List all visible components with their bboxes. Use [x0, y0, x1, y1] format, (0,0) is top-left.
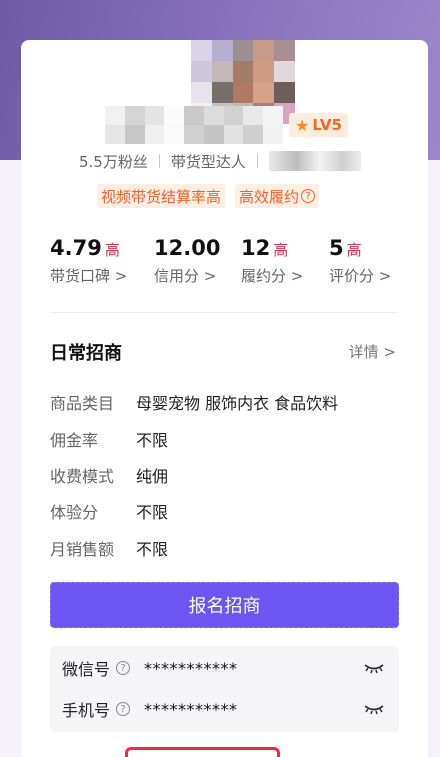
info-row-fee-mode: 收费模式 纯佣: [50, 467, 169, 486]
stat-review[interactable]: 5高 评价分 >: [329, 236, 391, 286]
signup-button[interactable]: 报名招商: [50, 582, 399, 628]
info-row-category: 商品类目 母婴宠物 服饰内衣 食品饮料: [50, 394, 339, 413]
question-icon[interactable]: ?: [301, 189, 316, 203]
info-row-commission: 佣金率 不限: [50, 431, 169, 450]
level-text: LV5: [312, 116, 342, 134]
profile-meta: 5.5万粉丝 带货型达人: [79, 150, 361, 172]
tag-fulfillment[interactable]: 高效履约?: [235, 184, 320, 208]
fans-count: 5.5万粉丝: [79, 152, 148, 171]
info-row-monthly-sales: 月销售额 不限: [50, 540, 169, 559]
question-icon[interactable]: ?: [116, 702, 131, 716]
section-title: 日常招商: [50, 343, 122, 364]
stat-fulfillment[interactable]: 12 高 履约分 >: [241, 236, 303, 286]
creator-type: 带货型达人: [170, 152, 246, 171]
stats-row: 4.79 高 带货口碑 > 12.00 信用分 > 12 高 履约分 > 5高 评价…: [50, 236, 410, 292]
details-link[interactable]: 详情 >: [349, 341, 396, 362]
divider: [50, 312, 398, 313]
name-row: ★ LV5: [105, 105, 348, 145]
star-icon: ★: [295, 115, 310, 135]
contact-row-wechat: 微信号 ? ***********: [62, 656, 387, 680]
closed-eye-icon[interactable]: [363, 658, 385, 680]
tag-row: 视频带货结算率高 高效履约?: [97, 184, 320, 208]
blurred-meta: [268, 151, 361, 171]
stat-credit[interactable]: 12.00 信用分 >: [154, 236, 223, 286]
bottom-action-button[interactable]: [125, 747, 280, 757]
stat-reputation[interactable]: 4.79 高 带货口碑 >: [50, 236, 127, 286]
separator: [256, 154, 258, 168]
info-row-experience: 体验分 不限: [50, 503, 169, 522]
contact-box: 微信号 ? *********** 手机号 ? ***********: [50, 646, 399, 732]
separator: [158, 154, 160, 168]
username-blurred: [105, 106, 283, 144]
question-icon[interactable]: ?: [116, 661, 131, 675]
contact-row-phone: 手机号 ? ***********: [62, 697, 387, 721]
level-badge: ★ LV5: [289, 113, 348, 137]
tag-settlement: 视频带货结算率高: [97, 184, 226, 208]
closed-eye-icon[interactable]: [363, 699, 385, 721]
